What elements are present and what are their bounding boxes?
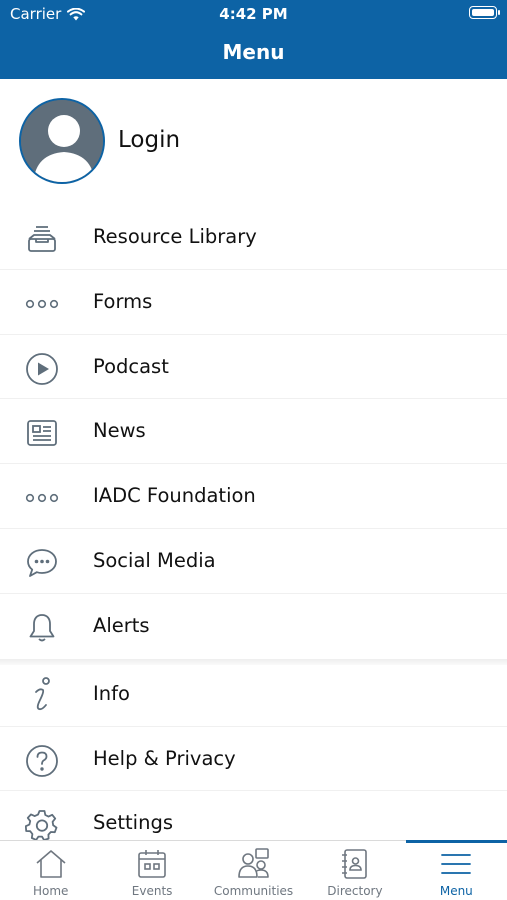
hamburger-menu-icon: [439, 847, 473, 881]
menu-item-help-privacy[interactable]: Help & Privacy: [0, 727, 507, 792]
battery-icon: [469, 6, 500, 19]
tab-label: Menu: [439, 884, 473, 898]
status-bar: Carrier 4:42 PM: [0, 0, 507, 28]
menu-item-social-media[interactable]: Social Media: [0, 529, 507, 594]
menu-item-label: Podcast: [93, 354, 169, 378]
menu-item-label: Social Media: [93, 548, 216, 572]
menu-item-label: Forms: [93, 289, 153, 313]
page-title: Menu: [222, 40, 285, 64]
menu-item-label: Resource Library: [93, 225, 257, 248]
login-label: Login: [118, 127, 181, 153]
menu-item-label: Help & Privacy: [93, 746, 236, 770]
tab-label: Communities: [213, 884, 294, 898]
user-silhouette-icon: [21, 100, 103, 182]
tab-home[interactable]: Home: [0, 841, 101, 900]
tab-communities[interactable]: Communities: [203, 841, 304, 900]
menu-item-label: IADC Foundation: [93, 484, 256, 508]
tab-bar: Home Events Communities Directory Menu: [0, 840, 507, 900]
tab-label: Directory: [327, 884, 383, 898]
tab-label: Events: [131, 884, 173, 898]
home-icon: [34, 847, 68, 881]
menu-item-forms[interactable]: Forms: [0, 270, 507, 335]
gear-icon: [24, 807, 60, 843]
menu-item-resource-library[interactable]: Resource Library: [0, 205, 507, 270]
menu-item-news[interactable]: News: [0, 399, 507, 465]
bell-icon: [24, 610, 60, 646]
address-book-icon: [338, 847, 372, 881]
menu-item-label: Alerts: [93, 613, 150, 637]
newspaper-icon: [24, 415, 60, 451]
menu-list: Resource Library Forms Podcast News IADC…: [0, 205, 507, 856]
menu-item-label: Info: [93, 681, 130, 705]
navigation-bar: Menu: [0, 28, 507, 79]
chat-bubble-icon: [24, 545, 60, 581]
tab-label: Home: [32, 884, 69, 898]
menu-item-label: News: [93, 419, 146, 443]
login-row[interactable]: Login: [0, 79, 507, 205]
more-dots-icon: [24, 286, 60, 322]
menu-item-info[interactable]: Info: [0, 665, 507, 727]
tab-menu[interactable]: Menu: [405, 840, 507, 900]
communities-icon: [237, 847, 271, 881]
help-circle-icon: [24, 743, 60, 779]
inbox-tray-icon: [24, 221, 60, 257]
more-dots-icon: [24, 480, 60, 516]
info-icon: [24, 676, 60, 713]
menu-item-label: Settings: [93, 811, 173, 835]
menu-item-iadc-foundation[interactable]: IADC Foundation: [0, 464, 507, 529]
play-circle-icon: [24, 351, 60, 387]
status-time: 4:42 PM: [219, 5, 288, 23]
calendar-icon: [135, 847, 169, 881]
tab-events[interactable]: Events: [101, 841, 202, 900]
menu-item-alerts[interactable]: Alerts: [0, 594, 507, 659]
tab-directory[interactable]: Directory: [304, 841, 405, 900]
avatar[interactable]: [19, 98, 105, 184]
menu-item-podcast[interactable]: Podcast: [0, 335, 507, 400]
